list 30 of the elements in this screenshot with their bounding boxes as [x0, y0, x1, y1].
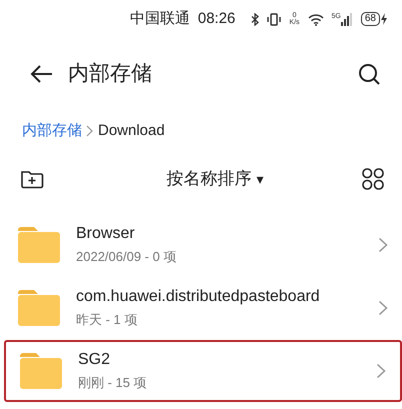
breadcrumb-item[interactable]: 内部存储: [22, 120, 82, 142]
breadcrumb-item[interactable]: Download: [98, 120, 165, 142]
file-name[interactable]: com.huawei.distributedpasteboard: [76, 287, 378, 307]
file-details: 刚刚 - 15 项: [78, 374, 148, 392]
back-icon: [30, 64, 52, 84]
wifi-icon: [308, 12, 324, 26]
bluetooth-icon: [251, 12, 260, 26]
chevron-icon[interactable]: [376, 363, 386, 379]
battery-level: 68: [360, 12, 380, 26]
new-folder-icon[interactable]: [20, 169, 44, 189]
chevron-icon[interactable]: [378, 237, 388, 253]
charging-icon: [380, 13, 388, 25]
search-icon[interactable]: [358, 63, 380, 85]
folder-icon: [18, 290, 60, 326]
vibrate-icon: [267, 12, 282, 26]
page-title: 内部存储: [68, 61, 153, 88]
file-name[interactable]: Browser: [76, 224, 378, 244]
caret-icon: ▾: [256, 171, 264, 188]
file-details: 2022/06/09 - 0 项: [76, 248, 178, 266]
folder-icon: [18, 227, 60, 263]
chevron-icon: [86, 125, 94, 137]
clock-time: 08:26: [198, 8, 236, 29]
chevron-icon[interactable]: [378, 300, 388, 316]
signal-icon: [340, 12, 353, 26]
grid-view-icon[interactable]: [362, 168, 384, 190]
file-name[interactable]: SG2: [78, 350, 376, 370]
folder-icon: [20, 353, 62, 389]
sort-button[interactable]: 按名称排序 ▾: [166, 166, 264, 192]
carrier-name: 中国联通: [130, 8, 190, 29]
file-details: 昨天 - 1 项: [76, 311, 138, 329]
